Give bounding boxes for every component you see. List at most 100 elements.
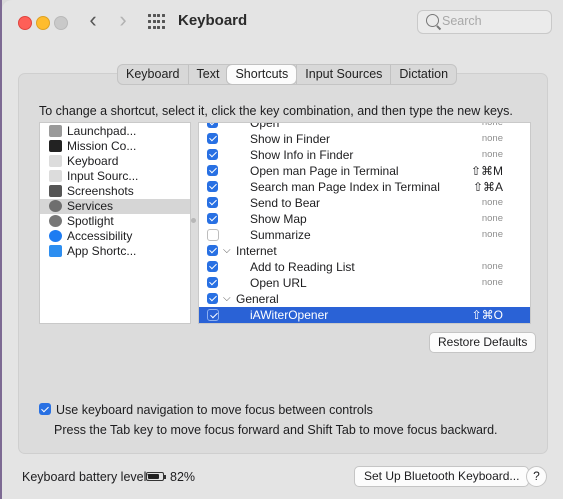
service-checkbox[interactable]	[207, 197, 218, 208]
mission-control-icon	[49, 140, 62, 152]
setup-bluetooth-keyboard-button[interactable]: Set Up Bluetooth Keyboard...	[354, 466, 530, 487]
service-shortcut[interactable]: none	[482, 275, 503, 291]
forward-button[interactable]: ›	[112, 9, 134, 32]
service-name: Open	[250, 122, 280, 130]
service-checkbox[interactable]	[207, 309, 219, 321]
category-label: Services	[67, 199, 114, 213]
service-shortcut[interactable]: none	[482, 211, 503, 227]
service-shortcut[interactable]: none	[482, 227, 503, 243]
category-item[interactable]: Keyboard	[40, 154, 190, 169]
battery-fill	[148, 474, 160, 479]
category-item[interactable]: Launchpad...	[40, 124, 190, 139]
tab-keyboard[interactable]: Keyboard	[118, 65, 188, 84]
service-row[interactable]: iAWiterOpener ⇧⌘O	[199, 307, 530, 323]
service-checkbox[interactable]	[207, 213, 218, 224]
minimize-button[interactable]	[36, 16, 50, 30]
service-checkbox[interactable]	[207, 181, 218, 192]
category-label: Input Sourc...	[67, 169, 139, 183]
service-name: Show Map	[250, 212, 307, 226]
service-row[interactable]: Send to Bear none	[199, 195, 530, 211]
service-shortcut[interactable]: none	[482, 259, 503, 275]
service-checkbox[interactable]	[207, 245, 218, 256]
search-icon	[426, 14, 439, 27]
service-name: Show Info in Finder	[250, 148, 354, 162]
category-label: Spotlight	[67, 214, 114, 228]
keyboard-navigation-checkbox[interactable]	[39, 403, 51, 415]
category-item[interactable]: Input Sourc...	[40, 169, 190, 184]
tab-text[interactable]: Text	[187, 65, 228, 84]
service-name: Send to Bear	[250, 196, 321, 210]
help-button[interactable]: ?	[526, 466, 547, 487]
service-row[interactable]: Summarize none	[199, 227, 530, 243]
service-row[interactable]: Show Map none	[199, 211, 530, 227]
chevron-down-icon[interactable]: ⌵	[223, 291, 231, 307]
services-list[interactable]: Open none Show in Finder none Show Info in F…	[198, 122, 531, 324]
service-row[interactable]: Open none	[199, 122, 530, 131]
launchpad-icon	[49, 125, 62, 137]
service-checkbox[interactable]	[207, 261, 218, 272]
category-item[interactable]: Spotlight	[40, 214, 190, 229]
category-list[interactable]: Launchpad... Mission Co... Keyboard Input S…	[39, 122, 191, 324]
category-label: Screenshots	[67, 184, 134, 198]
keyboard-preferences-window: ‹ › Keyboard Keyboard Text Shortcuts Inp…	[2, 0, 563, 499]
service-checkbox[interactable]	[207, 293, 218, 304]
service-shortcut[interactable]: none	[482, 123, 503, 131]
input-sources-icon	[49, 170, 62, 182]
service-shortcut[interactable]: none	[482, 131, 503, 147]
close-button[interactable]	[18, 16, 32, 30]
screenshot-icon	[49, 185, 62, 197]
spotlight-icon	[49, 215, 62, 227]
service-checkbox[interactable]	[207, 229, 219, 241]
gear-icon	[49, 200, 62, 212]
service-shortcut[interactable]: none	[482, 147, 503, 163]
back-button[interactable]: ‹	[82, 9, 104, 32]
category-label: Launchpad...	[67, 124, 137, 138]
battery-percent: 82%	[170, 470, 196, 484]
service-shortcut[interactable]: ⇧⌘M	[471, 163, 503, 179]
service-checkbox[interactable]	[207, 165, 218, 176]
chevron-down-icon[interactable]: ⌵	[223, 243, 231, 259]
split-view-divider[interactable]	[191, 218, 196, 223]
tab-dictation[interactable]: Dictation	[390, 65, 456, 84]
service-name: General	[236, 292, 279, 306]
service-shortcut[interactable]: ⇧⌘A	[473, 179, 503, 195]
battery-level-label: Keyboard battery level:	[22, 470, 150, 484]
service-checkbox[interactable]	[207, 133, 218, 144]
accessibility-icon	[49, 230, 62, 242]
keyboard-navigation-help: Press the Tab key to move focus forward …	[54, 423, 498, 437]
service-checkbox[interactable]	[207, 149, 218, 160]
category-item[interactable]: Mission Co...	[40, 139, 190, 154]
search-field[interactable]	[417, 10, 552, 34]
tab-bar: Keyboard Text Shortcuts Input Sources Di…	[117, 64, 458, 85]
service-shortcut[interactable]: none	[482, 195, 503, 211]
service-row[interactable]: Open man Page in Terminal ⇧⌘M	[199, 163, 530, 179]
service-name: Summarize	[250, 228, 311, 242]
category-item[interactable]: App Shortc...	[40, 244, 190, 259]
service-row[interactable]: Open URL none	[199, 275, 530, 291]
service-shortcut[interactable]: ⇧⌘O	[472, 307, 503, 323]
search-input[interactable]	[442, 13, 542, 29]
service-row[interactable]: Show in Finder none	[199, 131, 530, 147]
service-row[interactable]: Add to Reading List none	[199, 259, 530, 275]
keyboard-navigation-label[interactable]: Use keyboard navigation to move focus be…	[56, 403, 373, 417]
service-checkbox[interactable]	[207, 277, 218, 288]
service-row[interactable]: Show Info in Finder none	[199, 147, 530, 163]
category-item[interactable]: Services	[40, 199, 190, 214]
category-label: Accessibility	[67, 229, 133, 243]
title-bar: ‹ › Keyboard	[2, 0, 563, 44]
service-checkbox[interactable]	[207, 123, 218, 128]
battery-icon	[146, 472, 164, 481]
service-name: Open URL	[250, 276, 307, 290]
service-group-row[interactable]: ⌵ General	[199, 291, 530, 307]
tab-input-sources[interactable]: Input Sources	[296, 65, 390, 84]
service-name: Show in Finder	[250, 132, 331, 146]
tab-shortcuts[interactable]: Shortcuts	[227, 65, 297, 84]
category-label: Keyboard	[67, 154, 119, 168]
zoom-button[interactable]	[54, 16, 68, 30]
category-item[interactable]: Screenshots	[40, 184, 190, 199]
service-group-row[interactable]: ⌵ Internet	[199, 243, 530, 259]
category-item[interactable]: Accessibility	[40, 229, 190, 244]
service-row[interactable]: Search man Page Index in Terminal ⇧⌘A	[199, 179, 530, 195]
show-all-grid-icon[interactable]	[148, 14, 165, 30]
restore-defaults-button[interactable]: Restore Defaults	[429, 332, 537, 353]
